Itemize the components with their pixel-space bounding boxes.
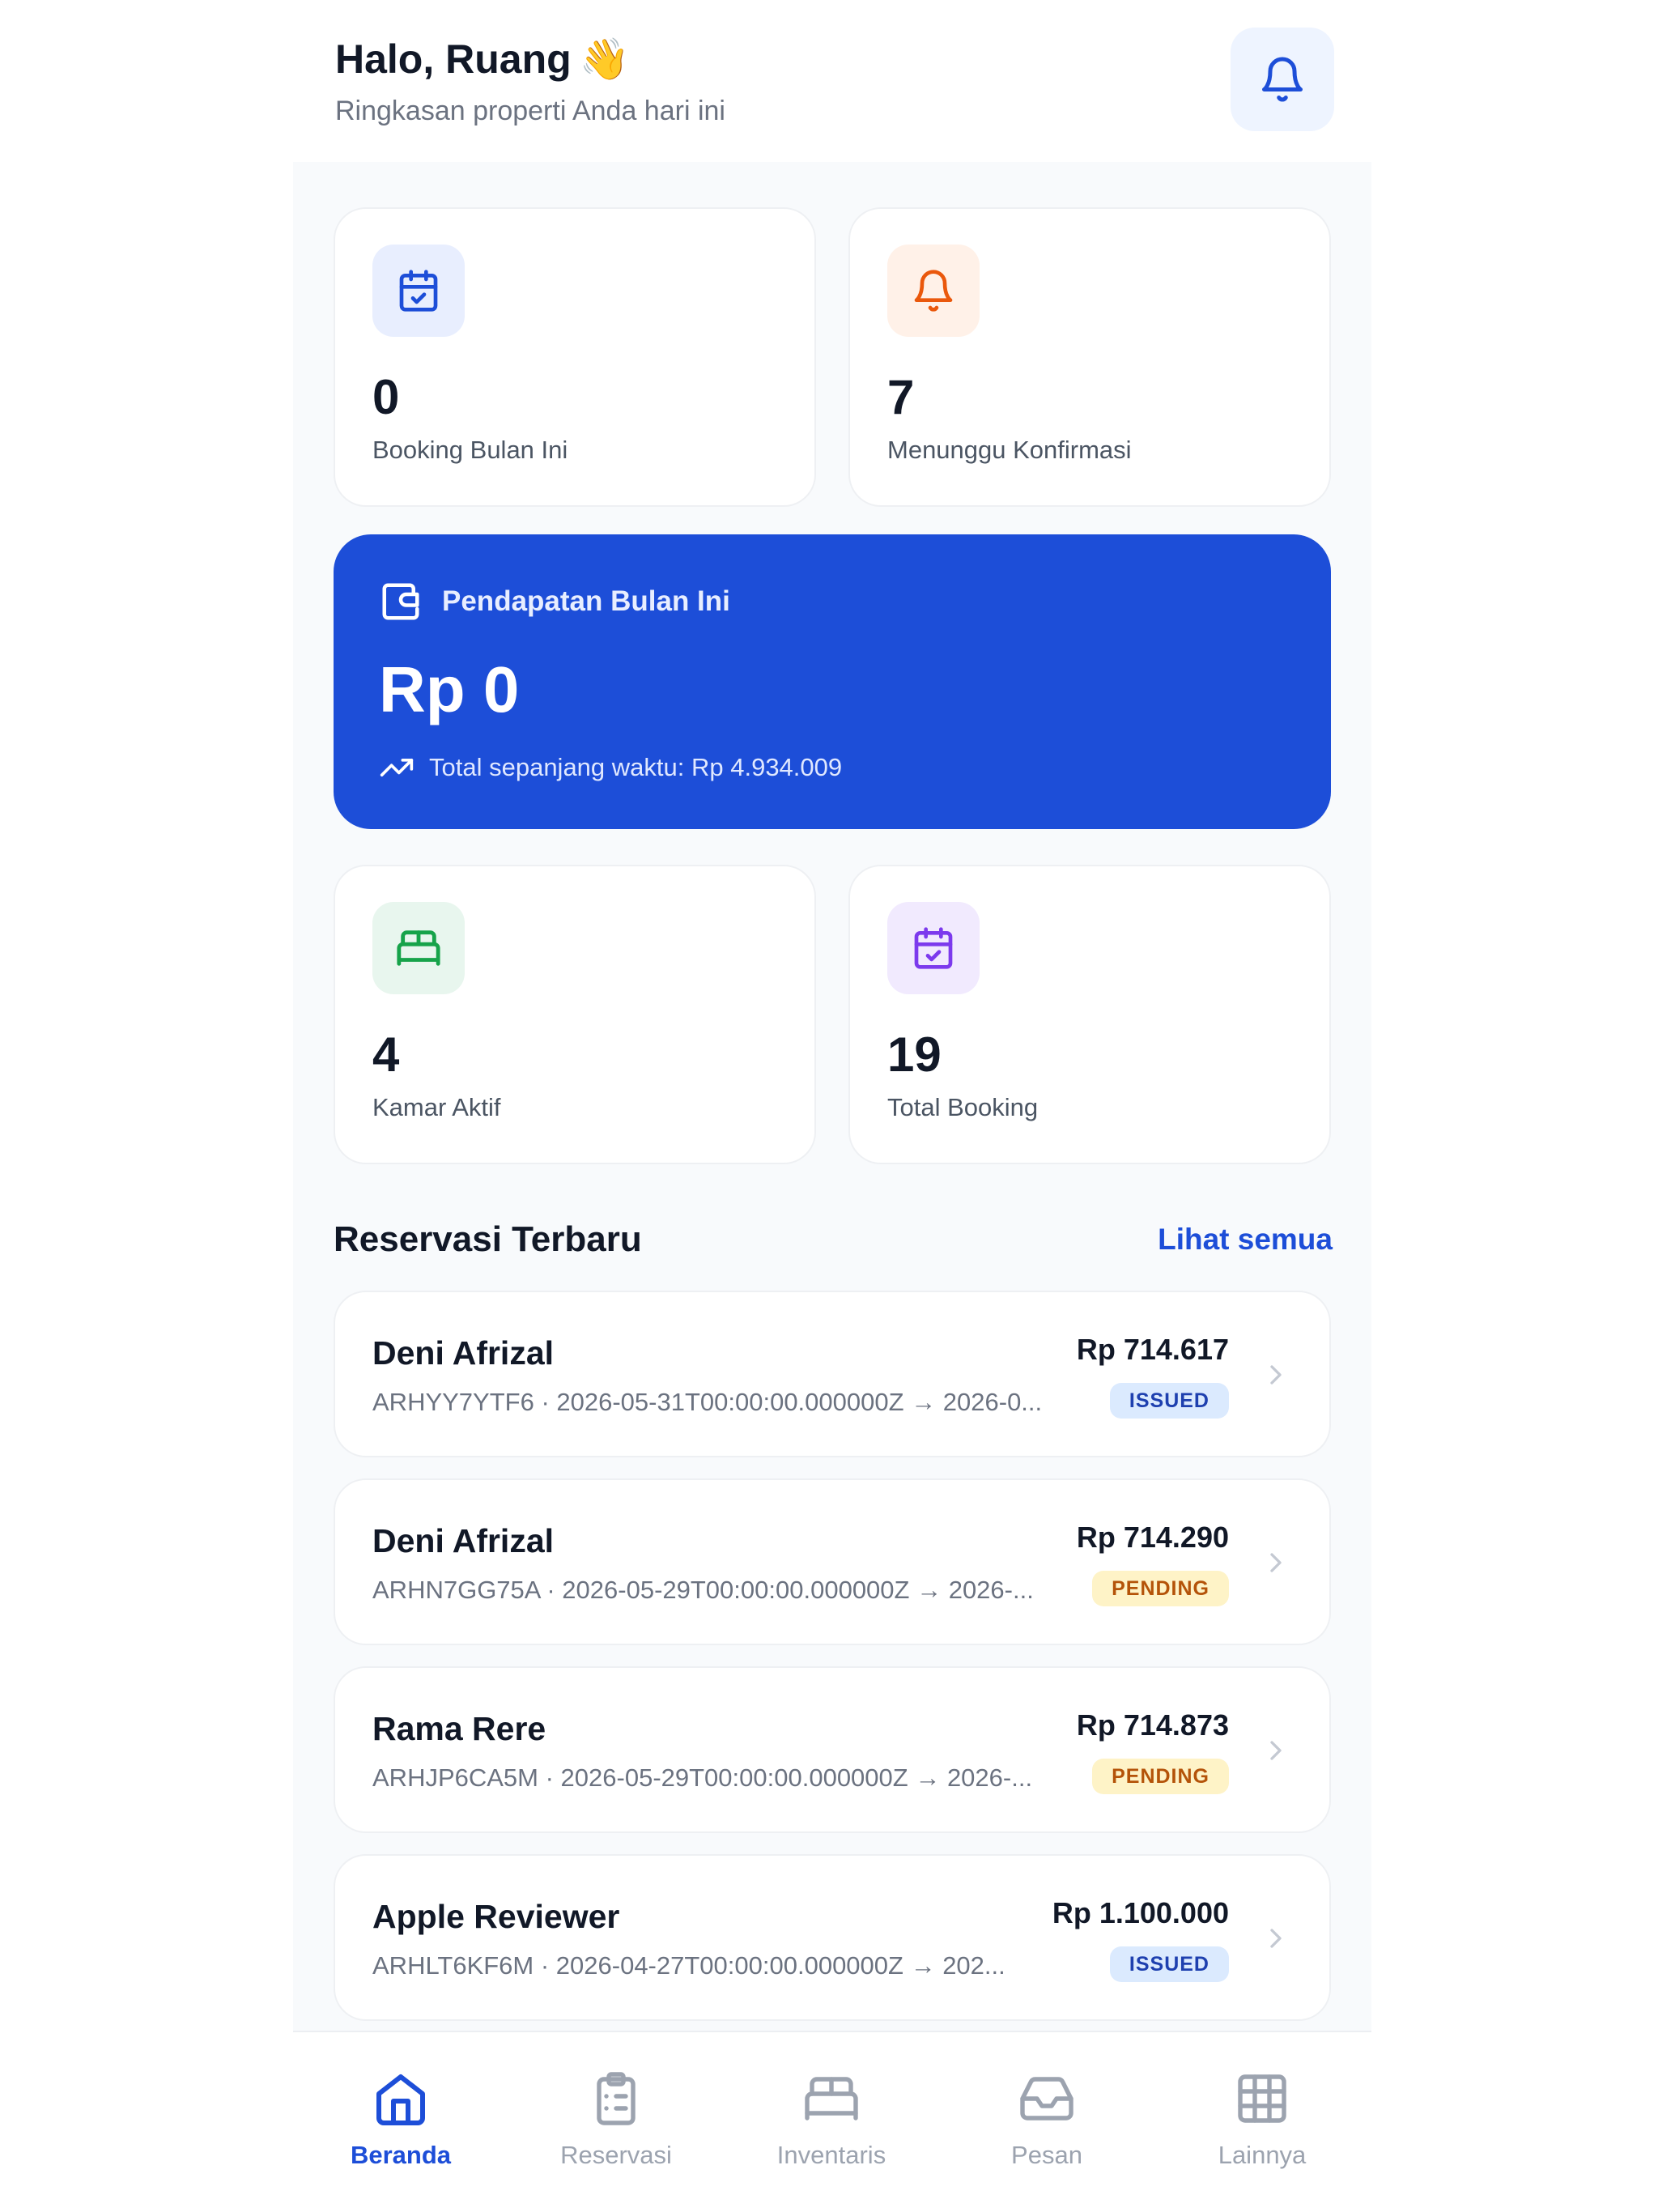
reservation-price: Rp 1.100.000 [1052, 1896, 1229, 1929]
revenue-total: Total sepanjang waktu: Rp 4.934.009 [379, 750, 842, 785]
stat-icon-box [887, 245, 980, 337]
tab-label: Lainnya [1218, 2141, 1307, 2169]
stat-card-booking-month[interactable]: 0 Booking Bulan Ini [334, 207, 816, 507]
reservation-card[interactable]: Deni Afrizal ARHYY7YTF6 · 2026-05-31T00:… [334, 1291, 1331, 1457]
wallet-icon [382, 583, 419, 620]
stat-value: 19 [887, 1027, 942, 1082]
bed-icon [805, 2077, 858, 2121]
notification-button[interactable] [1231, 28, 1334, 131]
guest-name: Apple Reviewer [372, 1898, 620, 1935]
status-badge: PENDING [1092, 1571, 1229, 1606]
reservation-price: Rp 714.873 [1076, 1708, 1229, 1742]
status-badge: ISSUED [1109, 1946, 1229, 1982]
stat-label: Booking Bulan Ini [372, 436, 568, 464]
reservation-card[interactable]: Rama Rere ARHJP6CA5M · 2026-05-29T00:00:… [334, 1666, 1331, 1833]
guest-name: Deni Afrizal [372, 1334, 555, 1372]
bell-icon [1262, 57, 1303, 102]
clipboard-list-icon [597, 2072, 636, 2125]
bottom-tab-bar: Beranda Reservasi Inventaris Pesan Lainn… [293, 2031, 1371, 2212]
stat-label: Kamar Aktif [372, 1093, 501, 1121]
greeting-text: Halo, Ruang [335, 36, 572, 82]
bed-icon [397, 930, 440, 966]
revenue-header: Pendapatan Bulan Ini [379, 580, 730, 623]
stat-icon-box [887, 902, 980, 994]
reservation-card[interactable]: Apple Reviewer ARHLT6KF6M · 2026-04-27T0… [334, 1854, 1331, 2021]
calendar-check-icon [914, 927, 953, 969]
revenue-card[interactable]: Pendapatan Bulan Ini Rp 0 Total sepanjan… [334, 534, 1331, 829]
stat-card-pending-confirmation[interactable]: 7 Menunggu Konfirmasi [848, 207, 1331, 507]
section-title: Reservasi Terbaru [334, 1219, 642, 1259]
greeting: Halo, Ruang 👋 [335, 36, 630, 83]
revenue-title: Pendapatan Bulan Ini [442, 585, 730, 617]
home-icon [376, 2074, 425, 2125]
tab-label: Beranda [350, 2141, 452, 2169]
tab-inventaris[interactable]: Inventaris [724, 2065, 939, 2170]
header: Halo, Ruang 👋 Ringkasan properti Anda har… [293, 0, 1371, 162]
calendar-check-icon [399, 270, 438, 312]
stat-card-total-booking[interactable]: 19 Total Booking [848, 865, 1331, 1164]
revenue-amount: Rp 0 [379, 653, 520, 725]
stat-card-active-rooms[interactable]: 4 Kamar Aktif [334, 865, 816, 1164]
tab-pesan[interactable]: Pesan [939, 2065, 1154, 2170]
inbox-icon [1020, 2077, 1073, 2121]
chevron-right-icon [1270, 1929, 1282, 1948]
grid-icon [1238, 2074, 1286, 2123]
revenue-total-text: Total sepanjang waktu: Rp 4.934.009 [429, 753, 843, 781]
app-screen: Halo, Ruang 👋 Ringkasan properti Anda har… [293, 0, 1371, 2212]
tab-label: Inventaris [776, 2141, 886, 2169]
stat-icon-box [372, 902, 465, 994]
stat-icon-box [372, 245, 465, 337]
tab-beranda[interactable]: Beranda [293, 2065, 508, 2170]
chevron-right-icon [1270, 1553, 1282, 1572]
reservation-card[interactable]: Deni Afrizal ARHN7GG75A · 2026-05-29T00:… [334, 1478, 1331, 1645]
reservation-meta: ARHJP6CA5M · 2026-05-29T00:00:00.000000Z… [372, 1763, 1033, 1792]
reservation-price: Rp 714.290 [1076, 1521, 1229, 1554]
reservation-meta: ARHLT6KF6M · 2026-04-27T00:00:00.000000Z… [372, 1951, 1005, 1980]
reservation-price: Rp 714.617 [1076, 1333, 1229, 1366]
see-all-link[interactable]: Lihat semua [1158, 1223, 1333, 1257]
trending-up-icon [380, 759, 414, 776]
tab-lainnya[interactable]: Lainnya [1154, 2065, 1370, 2170]
waving-hand-icon: 👋 [579, 36, 630, 82]
tab-label: Pesan [1011, 2141, 1082, 2169]
status-badge: ISSUED [1109, 1383, 1229, 1419]
tab-label: Reservasi [560, 2141, 672, 2169]
header-subtitle: Ringkasan properti Anda hari ini [335, 96, 725, 126]
reservation-meta: ARHYY7YTF6 · 2026-05-31T00:00:00.000000Z… [372, 1388, 1043, 1416]
bell-icon [914, 270, 953, 312]
stat-value: 4 [372, 1027, 400, 1082]
tab-reservasi[interactable]: Reservasi [508, 2065, 724, 2170]
stat-value: 0 [372, 370, 400, 424]
chevron-right-icon [1270, 1365, 1282, 1385]
status-badge: PENDING [1092, 1759, 1229, 1794]
stat-value: 7 [887, 370, 915, 424]
reservation-meta: ARHN7GG75A · 2026-05-29T00:00:00.000000Z… [372, 1576, 1034, 1604]
guest-name: Deni Afrizal [372, 1522, 555, 1559]
stat-label: Total Booking [887, 1093, 1039, 1121]
stat-label: Menunggu Konfirmasi [887, 436, 1132, 464]
guest-name: Rama Rere [372, 1710, 546, 1747]
chevron-right-icon [1270, 1741, 1282, 1760]
